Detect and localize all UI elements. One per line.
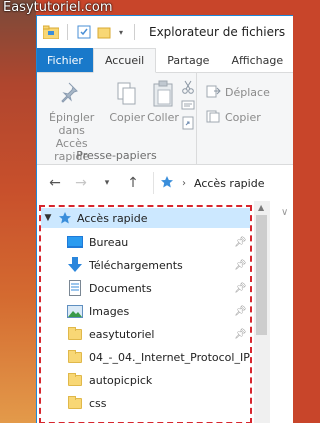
cut-icon[interactable]: [180, 79, 196, 95]
back-arrow-icon[interactable]: ←: [47, 175, 63, 191]
address-path: Accès rapide: [194, 176, 265, 190]
paste-label: Coller: [147, 111, 179, 124]
address-bar: ← → ▾ ↑ › Accès rapide: [37, 165, 293, 201]
tab-view[interactable]: Affichage: [220, 48, 293, 72]
nav-item-bureau[interactable]: Bureau 📌︎: [41, 231, 250, 253]
nav-item-css[interactable]: css: [41, 392, 250, 414]
tab-home[interactable]: Accueil: [92, 48, 157, 73]
up-arrow-icon[interactable]: ↑: [125, 175, 141, 191]
folder-icon: [67, 326, 83, 342]
nav-item-label: css: [89, 396, 107, 410]
nav-item-telechargements[interactable]: Téléchargements 📌︎: [41, 254, 250, 276]
copy-to-button[interactable]: Copier: [205, 108, 270, 127]
expand-chevron-icon[interactable]: ▼: [43, 213, 53, 223]
pin-icon: 📌︎: [234, 259, 247, 271]
nav-item-easytutoriel[interactable]: easytutoriel 📌︎: [41, 323, 250, 345]
nav-item-label: Téléchargements: [89, 258, 183, 272]
clipboard-group: Épingler dans Accès rapide Copier Coller: [37, 73, 197, 165]
quick-access-star-icon: [160, 175, 174, 192]
pin-icon: 📌︎: [234, 305, 247, 317]
folder-icon: [67, 372, 83, 388]
watermark: Easytutoriel.com: [3, 0, 113, 15]
move-icon: [205, 83, 221, 102]
pictures-icon: [67, 303, 83, 319]
paste-shortcut-icon[interactable]: [180, 115, 196, 131]
folder-icon: [67, 349, 83, 365]
pin-icon: 📌︎: [234, 328, 247, 340]
desktop-icon: [67, 234, 83, 250]
copy-to-icon: [205, 108, 221, 127]
paste-icon: [152, 79, 174, 109]
scrollbar-thumb[interactable]: [256, 215, 267, 335]
copy-path-icon[interactable]: [180, 97, 196, 113]
background-photo: [0, 0, 36, 423]
scroll-up-icon[interactable]: ▲: [258, 203, 264, 212]
chevron-down-icon[interactable]: ∨: [281, 207, 288, 218]
copy-label: Copier: [109, 111, 146, 124]
pin-label-line1: Épingler dans: [49, 111, 95, 137]
nav-item-images[interactable]: Images 📌︎: [41, 300, 250, 322]
folder-app-icon: [43, 24, 59, 40]
tab-share[interactable]: Partage: [156, 48, 220, 72]
pin-icon: 📌︎: [234, 282, 247, 294]
organize-group: Déplace Copier: [197, 73, 270, 165]
breadcrumb-chevron-icon[interactable]: ›: [180, 178, 188, 189]
move-label: Déplace: [225, 86, 270, 99]
nav-item-label: easytutoriel: [89, 327, 155, 341]
document-icon: [67, 280, 83, 296]
chevron-down-icon[interactable]: ▾: [116, 24, 126, 40]
quick-access-label: Accès rapide: [77, 211, 148, 225]
nav-item-label: 04_-_04._Internet_Protocol_IP: [89, 350, 250, 364]
pin-icon: [60, 79, 83, 109]
tab-file[interactable]: Fichier: [37, 48, 93, 72]
ribbon-tabs: Fichier Accueil Partage Affichage: [37, 48, 293, 73]
window-title: Explorateur de fichiers: [149, 25, 286, 39]
nav-item-documents[interactable]: Documents 📌︎: [41, 277, 250, 299]
copy-to-label: Copier: [225, 111, 261, 124]
folder-icon: [67, 395, 83, 411]
move-to-button[interactable]: Déplace: [205, 83, 270, 102]
separator: [67, 24, 68, 40]
ribbon: Épingler dans Accès rapide Copier Coller: [37, 73, 293, 165]
properties-icon[interactable]: [76, 24, 92, 40]
nav-item-autopicpick[interactable]: autopicpick: [41, 369, 250, 391]
recent-locations-chevron-icon[interactable]: ▾: [99, 178, 115, 188]
nav-item-label: Images: [89, 304, 130, 318]
forward-arrow-icon[interactable]: →: [73, 175, 89, 191]
download-arrow-icon: [67, 257, 83, 273]
clipboard-group-label: Presse-papiers: [76, 149, 157, 162]
new-folder-icon[interactable]: [96, 24, 112, 40]
nav-item-label: Bureau: [89, 235, 129, 249]
nav-item-internet-protocol[interactable]: 04_-_04._Internet_Protocol_IP: [41, 346, 250, 368]
nav-item-label: Documents: [89, 281, 152, 295]
copy-icon: [116, 79, 138, 109]
quick-access-star-icon: [57, 210, 73, 226]
navigation-pane: ▲ ∨ ▼ Accès rapide Bureau 📌︎ Téléchargem…: [37, 201, 293, 423]
title-bar: ▾ Explorateur de fichiers: [37, 16, 293, 48]
separator: [134, 24, 135, 40]
quick-access-node[interactable]: ▼ Accès rapide: [41, 208, 250, 228]
file-explorer-window: ▾ Explorateur de fichiers Fichier Accuei…: [36, 15, 293, 423]
pin-icon: 📌︎: [234, 236, 247, 248]
nav-item-label: autopicpick: [89, 373, 153, 387]
address-field[interactable]: › Accès rapide: [153, 172, 264, 194]
